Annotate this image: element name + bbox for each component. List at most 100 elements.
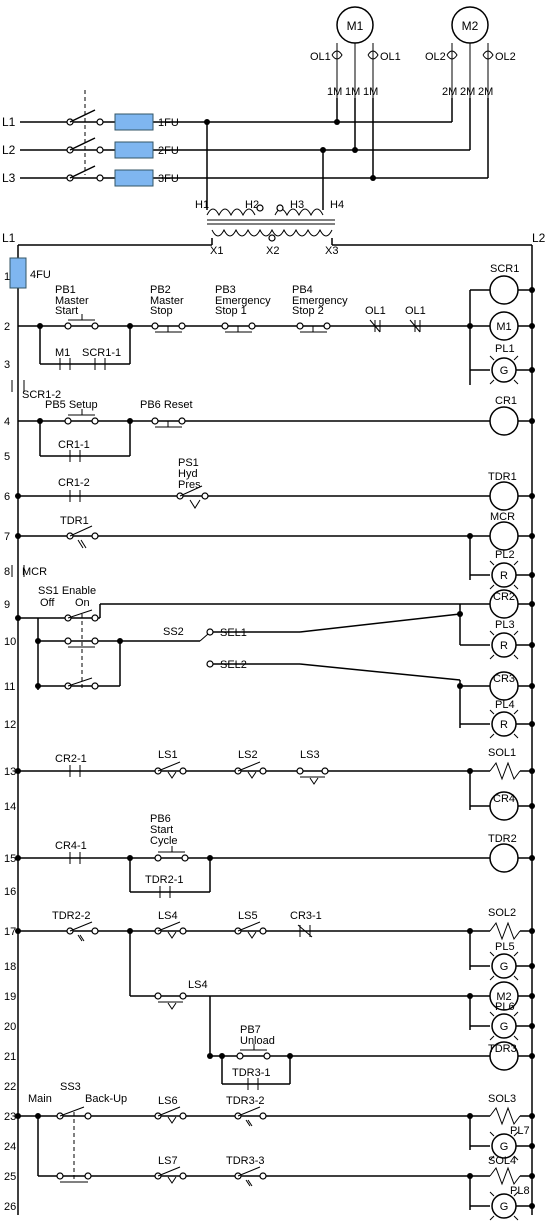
svg-text:Stop 2: Stop 2	[292, 305, 324, 317]
rung-2: PB1 MasterStart PB2 MasterStop PB3 Emerg…	[18, 263, 535, 385]
pl5-letter: G	[500, 961, 509, 973]
cr2-label: CR2	[493, 591, 515, 603]
fuse-1fu-label: 1FU	[158, 117, 179, 129]
rung-15: CR4-1 PB6 StartCycle TDR2-1 TDR2	[15, 813, 535, 898]
sol4-label: SOL4	[488, 1155, 516, 1167]
svg-text:21: 21	[4, 1051, 16, 1063]
cr4-label: CR4	[493, 793, 515, 805]
svg-text:19: 19	[4, 991, 16, 1003]
svg-text:1: 1	[4, 271, 10, 283]
pb5-label: PB5 Setup	[45, 399, 98, 411]
svg-text:13: 13	[4, 766, 16, 778]
ls4b-label: LS4	[188, 979, 208, 991]
ss1-off: Off	[40, 597, 55, 609]
sel1-label: SEL1	[220, 627, 247, 639]
tdr3-1-label: TDR3-1	[232, 1067, 271, 1079]
rung-4: PB5 Setup PB6 Reset CR1	[18, 395, 535, 435]
x2-label: X2	[266, 245, 279, 257]
ol1-right-label: OL1	[380, 51, 401, 63]
supply-l2-label: L2	[2, 143, 16, 157]
motor-m2-label: M2	[462, 19, 479, 33]
sel2-label: SEL2	[220, 659, 247, 671]
pl3-label: PL3	[495, 619, 515, 631]
mcr-label: MCR	[490, 511, 515, 523]
rung-13: CR2-1 LS1 LS2 LS3 SOL1 CR4	[15, 747, 535, 820]
tdr1c-label: TDR1	[60, 515, 89, 527]
rung-6: CR1-2 PS1 HydPres TDR1	[15, 457, 535, 510]
ls1-label: LS1	[158, 749, 178, 761]
cr1-2-label: CR1-2	[58, 477, 90, 489]
tdr2-2-label: TDR2-2	[52, 910, 91, 922]
fuse-2fu	[115, 142, 153, 158]
tdr3-2-label: TDR3-2	[226, 1095, 265, 1107]
pl2-letter: R	[500, 570, 508, 582]
bus-l2-label: L2	[532, 231, 546, 245]
ss1-on: On	[75, 597, 90, 609]
tdr1-label: TDR1	[488, 471, 517, 483]
svg-text:20: 20	[4, 1021, 16, 1033]
pl6-letter: G	[500, 1021, 509, 1033]
svg-text:10: 10	[4, 636, 16, 648]
svg-text:Pres: Pres	[178, 479, 201, 491]
svg-text:2: 2	[4, 321, 10, 333]
svg-text:Cycle: Cycle	[150, 835, 178, 847]
ls6-label: LS6	[158, 1095, 178, 1107]
tdr3-label: TDR3	[488, 1043, 517, 1055]
svg-text:23: 23	[4, 1111, 16, 1123]
motor-m2: M2 OL2 OL2 2M 2M 2M	[425, 7, 516, 178]
power-section: M1 OL1 OL1 1M 1M 1M M2 OL2 OL2 2M 2M 2M	[2, 7, 516, 257]
tm1-label-a: 1M	[327, 86, 342, 98]
svg-text:Stop: Stop	[150, 305, 173, 317]
tm2-label-a: 2M	[442, 86, 457, 98]
h4-label: H4	[330, 199, 344, 211]
m1aux-label: M1	[55, 347, 70, 359]
fuse-1fu	[115, 114, 153, 130]
tm1-label-b: 1M	[345, 86, 360, 98]
pl2-label: PL2	[495, 549, 515, 561]
svg-text:12: 12	[4, 719, 16, 731]
svg-text:3: 3	[4, 359, 10, 371]
svg-text:5: 5	[4, 451, 10, 463]
ls5-label: LS5	[238, 910, 258, 922]
svg-text:22: 22	[4, 1081, 16, 1093]
cr4-1-label: CR4-1	[55, 840, 87, 852]
scr1-label: SCR1	[490, 263, 519, 275]
tm2-label-c: 2M	[478, 86, 493, 98]
pl6-label: PL6	[495, 1001, 515, 1013]
disconnect-switches	[67, 90, 103, 181]
rung-3: M1 SCR1-1	[37, 323, 133, 370]
ol2-left-label: OL2	[425, 51, 446, 63]
rung-numbers: 1 2 3 4 5 6 7 8 9 10 11 12 13 14 15 16 1…	[4, 271, 16, 1213]
svg-text:18: 18	[4, 961, 16, 973]
transformer: H1 H2 H3 H4 X1 X2 X3	[195, 119, 344, 257]
ss3-main: Main	[28, 1093, 52, 1105]
mcr-rail-label: MCR	[22, 566, 47, 578]
svg-text:15: 15	[4, 853, 16, 865]
pl1-letter: G	[500, 365, 509, 377]
tdr2-1-label: TDR2-1	[145, 874, 184, 886]
pl5-label: PL5	[495, 941, 515, 953]
fuse-2fu-label: 2FU	[158, 145, 179, 157]
tm1-label-c: 1M	[363, 86, 378, 98]
ls2-label: LS2	[238, 749, 258, 761]
svg-text:24: 24	[4, 1141, 16, 1153]
rung-9to12: SS1 Enable Off On CR2 SS2 SEL1 SEL2 R PL…	[15, 585, 535, 738]
ladder-diagram: M1 OL1 OL1 1M 1M 1M M2 OL2 OL2 2M 2M 2M	[0, 0, 549, 1229]
pl7-letter: G	[500, 1141, 509, 1153]
cr3-1-label: CR3-1	[290, 910, 322, 922]
svg-text:4: 4	[4, 416, 10, 428]
ss2-label: SS2	[163, 626, 184, 638]
supply-l1-label: L1	[2, 115, 16, 129]
x3-label: X3	[325, 245, 338, 257]
tdr2-label: TDR2	[488, 833, 517, 845]
svg-text:6: 6	[4, 491, 10, 503]
svg-text:25: 25	[4, 1171, 16, 1183]
svg-text:11: 11	[4, 681, 15, 693]
motor-m1-label: M1	[347, 19, 364, 33]
rung-7: TDR1 MCR R PL2	[15, 511, 535, 589]
cr1-label: CR1	[495, 395, 517, 407]
svg-text:9: 9	[4, 599, 10, 611]
svg-text:14: 14	[4, 801, 16, 813]
supply-l3-label: L3	[2, 171, 16, 185]
m1coil-label: M1	[496, 321, 511, 333]
